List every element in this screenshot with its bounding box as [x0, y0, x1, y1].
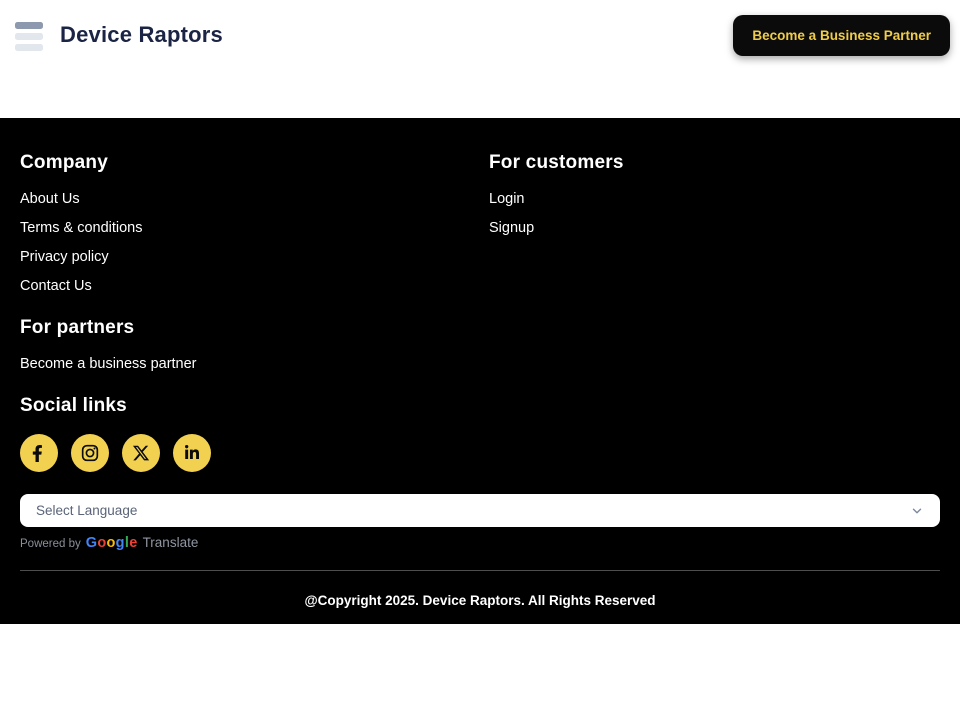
language-select[interactable]: Select Language: [20, 494, 940, 527]
hamburger-bar: [15, 33, 43, 40]
footer-link-become-business-partner[interactable]: Become a business partner: [20, 356, 197, 372]
footer-link-contact-us[interactable]: Contact Us: [20, 278, 92, 294]
hamburger-menu-icon[interactable]: [15, 22, 43, 51]
footer-link-privacy-policy[interactable]: Privacy policy: [20, 249, 109, 265]
chevron-down-icon: [910, 504, 924, 518]
copyright-text: @Copyright 2025. Device Raptors. All Rig…: [20, 579, 940, 624]
google-logo: Google: [86, 535, 138, 551]
for-customers-heading: For customers: [489, 152, 940, 174]
become-business-partner-button[interactable]: Become a Business Partner: [733, 15, 950, 56]
footer-divider: [20, 570, 940, 571]
footer-column-left: Company About Us Terms & conditions Priv…: [20, 152, 489, 472]
x-twitter-icon[interactable]: [122, 434, 160, 472]
social-links-heading: Social links: [20, 395, 489, 417]
language-select-value: Select Language: [36, 503, 137, 518]
linkedin-icon[interactable]: [173, 434, 211, 472]
facebook-glyph: [31, 445, 48, 462]
linkedin-glyph: [184, 445, 200, 461]
footer: Company About Us Terms & conditions Priv…: [0, 118, 960, 624]
x-twitter-glyph: [132, 444, 150, 462]
footer-link-login[interactable]: Login: [489, 191, 524, 207]
powered-by-label: Powered by: [20, 538, 81, 550]
footer-link-terms-conditions[interactable]: Terms & conditions: [20, 220, 143, 236]
for-partners-heading: For partners: [20, 317, 489, 339]
company-heading: Company: [20, 152, 489, 174]
translate-label: Translate: [143, 535, 199, 550]
facebook-icon[interactable]: [20, 434, 58, 472]
hamburger-bar: [15, 44, 43, 51]
footer-link-signup[interactable]: Signup: [489, 220, 534, 236]
instagram-icon[interactable]: [71, 434, 109, 472]
footer-link-about-us[interactable]: About Us: [20, 191, 80, 207]
instagram-glyph: [80, 443, 100, 463]
social-links-row: [20, 434, 489, 472]
brand-title: Device Raptors: [60, 22, 223, 48]
header: Device Raptors Become a Business Partner: [0, 0, 960, 70]
hamburger-bar: [15, 22, 43, 29]
google-translate-attribution: Powered by Google Translate: [20, 535, 940, 551]
footer-column-right: For customers Login Signup: [489, 152, 940, 472]
